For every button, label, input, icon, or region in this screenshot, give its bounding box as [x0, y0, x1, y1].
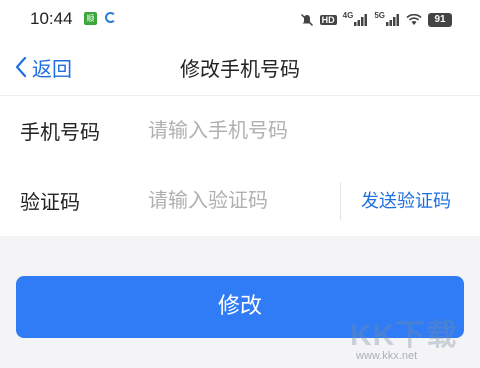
code-label: 验证码	[20, 190, 80, 214]
signal-5g-icon: 5G	[374, 11, 400, 26]
status-icons: HD 4G 5G 91	[300, 10, 452, 30]
mute-icon	[300, 13, 313, 27]
code-divider	[340, 182, 341, 220]
send-code-button[interactable]: 发送验证码	[361, 187, 451, 213]
wifi-icon	[406, 14, 422, 25]
phone-input[interactable]	[148, 114, 448, 146]
watermark-logo: KK下载	[350, 319, 458, 352]
status-time: 10:44	[30, 9, 73, 28]
app-notification-icon: 顺	[84, 12, 97, 25]
code-row: 验证码 发送验证码	[0, 166, 480, 236]
nav-bar: 返回 修改手机号码	[0, 40, 480, 96]
code-input[interactable]	[148, 184, 328, 216]
phone-row: 手机号码	[0, 96, 480, 167]
browser-notification-icon	[105, 12, 116, 23]
battery-icon: 91	[428, 13, 452, 27]
status-bar: 10:44 顺 HD 4G 5G 91	[0, 0, 480, 40]
hd-icon: HD	[319, 15, 337, 25]
phone-label: 手机号码	[20, 120, 100, 144]
watermark-url: www.kkx.net	[356, 350, 418, 362]
page-title: 修改手机号码	[180, 57, 300, 81]
signal-4g-icon: 4G	[343, 11, 369, 26]
